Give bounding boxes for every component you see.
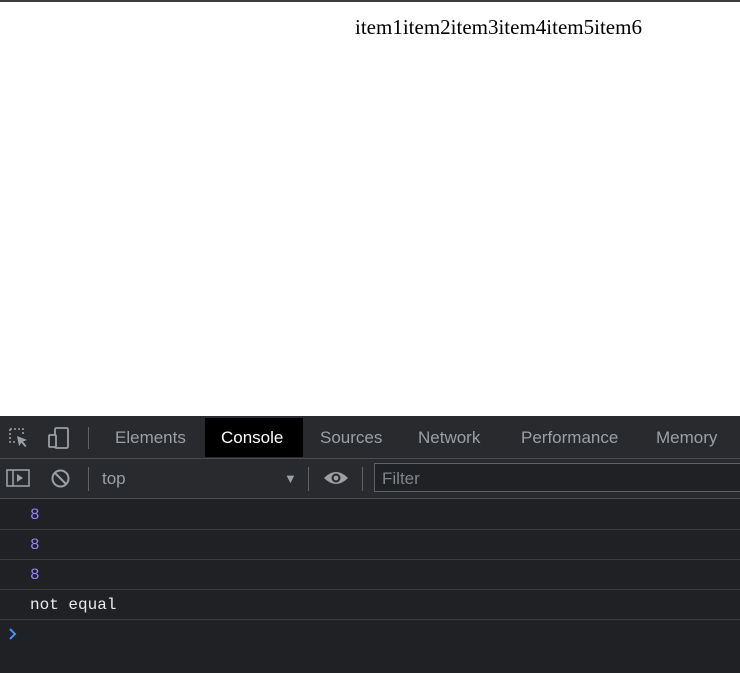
tab-network[interactable]: Network (402, 418, 496, 457)
console-prompt[interactable] (0, 620, 740, 650)
tab-memory[interactable]: Memory (640, 418, 733, 457)
tab-performance[interactable]: Performance (505, 418, 634, 457)
tabbar-separator (88, 427, 89, 449)
devtools-tabbar: Elements Console Sources Network Perform… (0, 416, 740, 459)
chevron-down-icon[interactable]: ▼ (284, 459, 297, 498)
eye-icon[interactable] (323, 469, 349, 487)
page-items-text: item1item2item3item4item5item6 (355, 15, 642, 39)
tab-console[interactable]: Console (205, 418, 303, 457)
inspect-element-icon[interactable] (8, 427, 30, 449)
console-message: 8 (0, 500, 740, 530)
filter-input[interactable]: Filter (374, 463, 740, 492)
console-output: 8 8 8 not equal (0, 500, 740, 650)
console-message-text: 8 (30, 566, 40, 584)
toolbar-separator (308, 467, 309, 491)
console-message-text: 8 (30, 506, 40, 524)
console-message-text: not equal (30, 596, 117, 614)
device-toolbar-icon[interactable] (47, 426, 71, 450)
prompt-chevron-icon (8, 627, 18, 646)
console-toolbar: top ▼ Filter (0, 459, 740, 499)
console-message: not equal (0, 590, 740, 620)
tab-elements[interactable]: Elements (99, 418, 202, 457)
toolbar-separator (362, 467, 363, 491)
tab-sources[interactable]: Sources (304, 418, 398, 457)
devtools-panel: Elements Console Sources Network Perform… (0, 416, 740, 673)
filter-placeholder: Filter (382, 469, 420, 488)
toolbar-separator (88, 467, 89, 491)
console-message-text: 8 (30, 536, 40, 554)
console-message: 8 (0, 560, 740, 590)
page-viewport: item1item2item3item4item5item6 (0, 2, 740, 416)
context-selector[interactable]: top (102, 459, 302, 498)
clear-console-icon[interactable] (50, 468, 71, 489)
console-message: 8 (0, 530, 740, 560)
toggle-sidebar-icon[interactable] (6, 468, 30, 488)
